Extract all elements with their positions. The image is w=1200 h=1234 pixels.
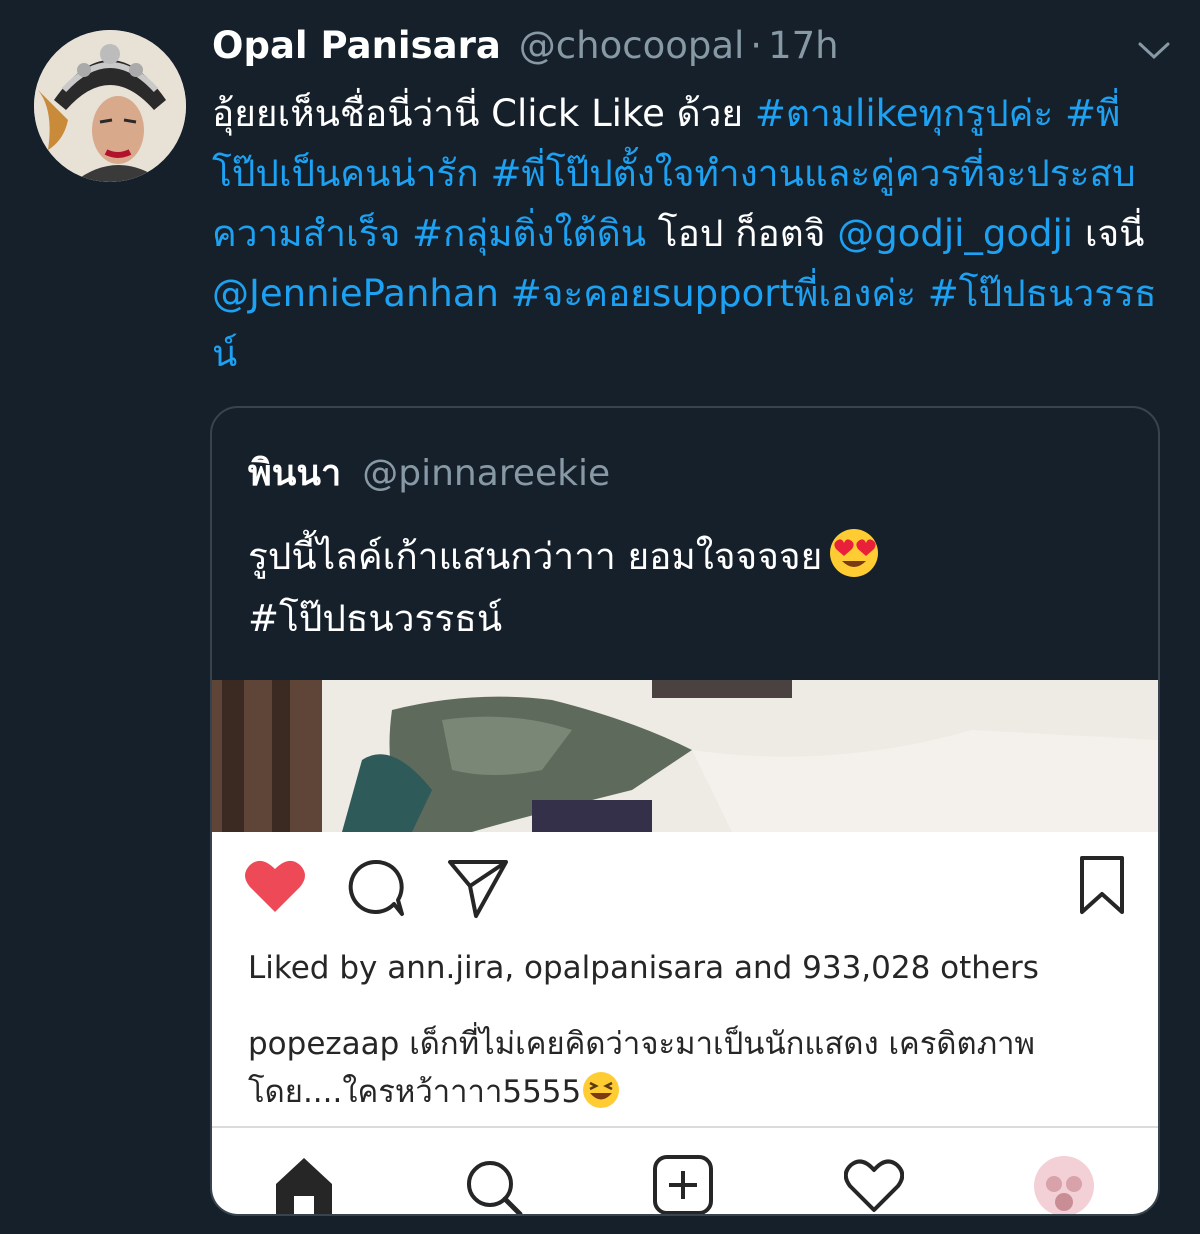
author-name[interactable]: Opal Panisara	[212, 24, 501, 67]
profile-avatar[interactable]	[1032, 1154, 1096, 1214]
instagram-photo	[212, 680, 1158, 832]
header-separator: ·	[750, 24, 763, 67]
quote-author-handle: @pinnareekie	[362, 453, 611, 494]
bookmark-icon[interactable]	[1078, 854, 1126, 916]
activity-heart-icon[interactable]	[844, 1158, 904, 1214]
home-icon[interactable]	[274, 1156, 334, 1214]
hashtag-link[interactable]: #กลุ่มติ่งใต้ดิน	[412, 212, 646, 255]
mention-link[interactable]: @JenniePanhan	[212, 272, 499, 315]
add-post-icon[interactable]	[652, 1154, 714, 1214]
avatar-image	[34, 30, 186, 182]
tweet-text: เจนี่	[1073, 212, 1145, 255]
quote-text: รูปนี้ไลค์เก้าแสนกว่าาา ยอมใจจจจย	[248, 535, 823, 578]
hashtag-link[interactable]: #จะคอยsupportพี่เองค่ะ	[511, 272, 916, 315]
instagram-action-bar	[212, 832, 1158, 932]
attached-image[interactable]: Liked by ann.jira, opalpanisara and 933,…	[212, 680, 1158, 1214]
tweet-header: Opal Panisara @chocoopal · 17h	[212, 24, 1140, 76]
author-avatar[interactable]	[34, 30, 186, 182]
likes-count[interactable]: Liked by ann.jira, opalpanisara and 933,…	[248, 950, 1039, 986]
tweet-body: อุ้ยยเห็นชื่อนี่ว่านี่ Click Like ด้วย #…	[212, 84, 1162, 384]
send-icon[interactable]	[446, 856, 510, 920]
mention-link[interactable]: @godji_godji	[837, 212, 1073, 255]
comment-icon[interactable]	[346, 858, 406, 918]
tweet-text: โอป ก็อตจิ	[646, 212, 838, 255]
chevron-down-icon[interactable]	[1136, 38, 1172, 62]
quote-header: พินนา @pinnareekie	[248, 444, 610, 501]
search-icon[interactable]	[464, 1158, 524, 1214]
quoted-tweet[interactable]: พินนา @pinnareekie รูปนี้ไลค์เก้าแสนกว่า…	[210, 406, 1160, 1216]
quote-body: รูปนี้ไลค์เก้าแสนกว่าาา ยอมใจจจจย #โป๊ปธ…	[248, 526, 1108, 650]
post-caption: popezaap เด็กที่ไม่เคยคิดว่าจะมาเป็นนักแ…	[248, 1020, 1128, 1116]
instagram-bottom-nav	[212, 1128, 1158, 1214]
hashtag-link[interactable]: #ตามlikeทุกรูปค่ะ	[755, 92, 1053, 135]
tweet-timestamp[interactable]: 17h	[768, 24, 839, 67]
tweet-text: อุ้ยยเห็นชื่อนี่ว่านี่ Click Like ด้วย	[212, 92, 755, 135]
heart-eyes-emoji-icon	[830, 529, 879, 577]
heart-filled-icon[interactable]	[244, 858, 306, 914]
author-handle[interactable]: @chocoopal	[519, 24, 745, 67]
caption-username[interactable]: popezaap	[248, 1026, 399, 1062]
quote-author-name: พินนา	[248, 453, 342, 494]
quote-hashtag[interactable]: #โป๊ปธนวรรธน์	[248, 597, 502, 640]
laughing-emoji-icon	[583, 1072, 620, 1108]
